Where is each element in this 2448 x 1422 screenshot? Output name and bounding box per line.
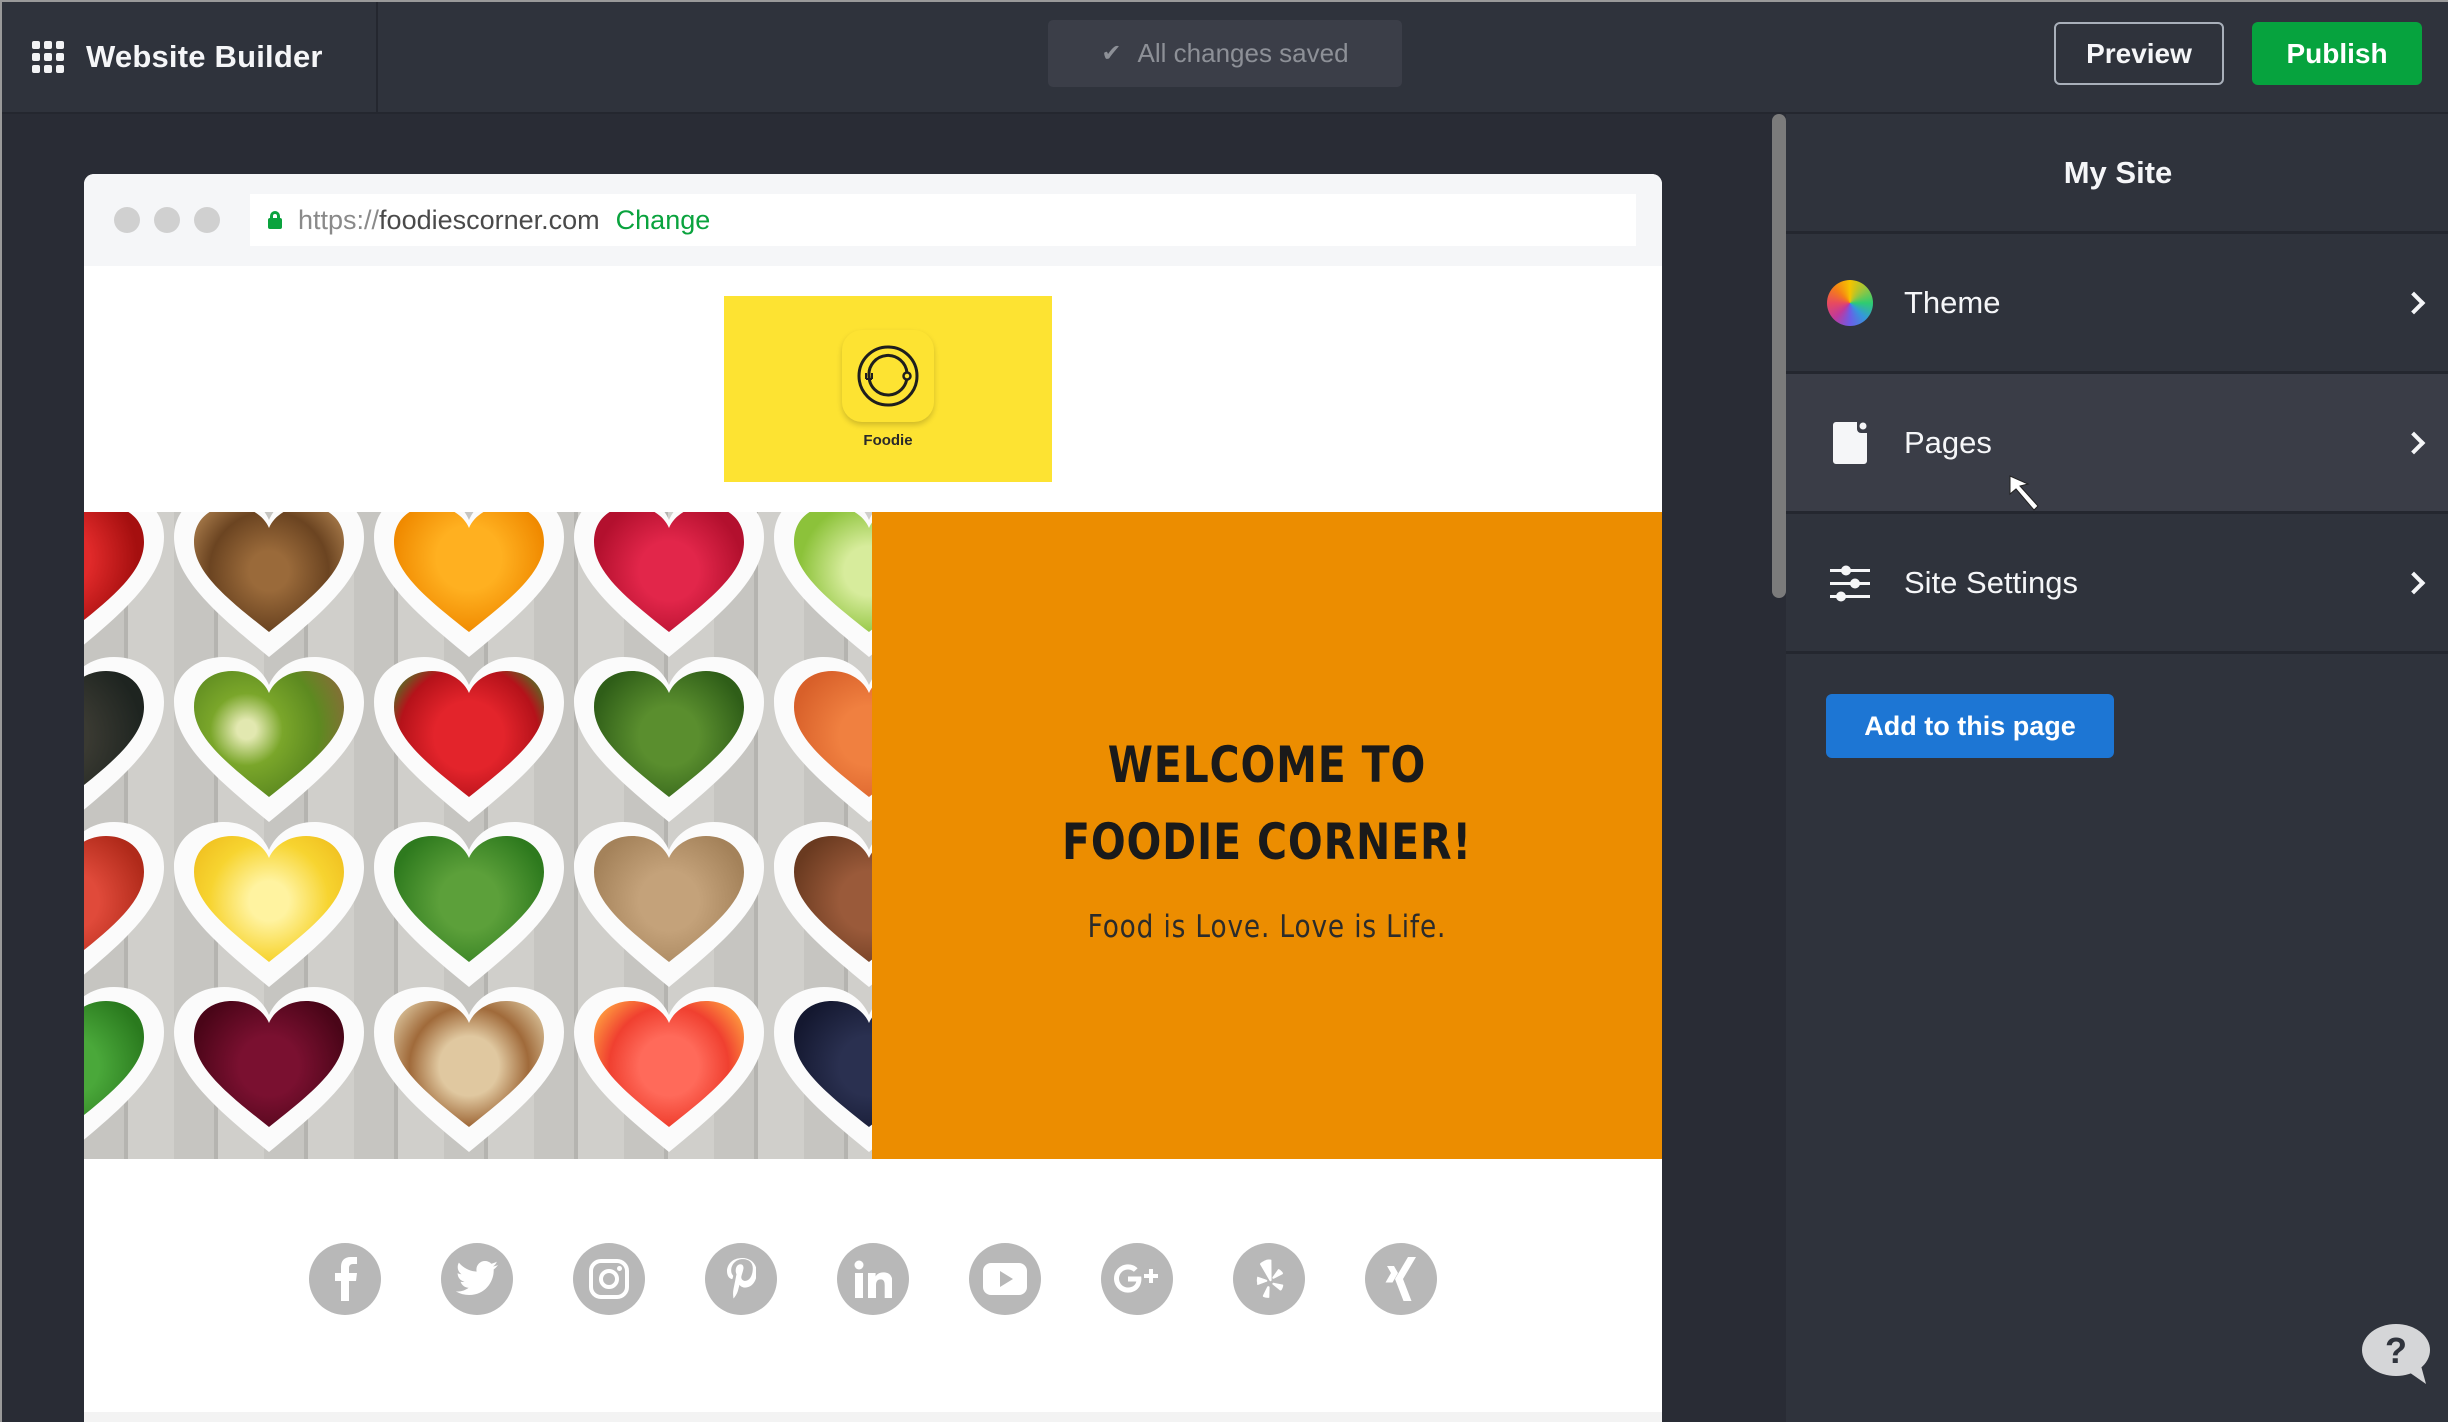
chevron-right-icon [2402,291,2426,314]
food-bowl [574,512,764,662]
app-title: Website Builder [86,39,323,74]
social-pinterest-button[interactable] [705,1242,777,1315]
hero-section[interactable]: WELCOME TO FOODIE CORNER! Food is Love. … [84,512,1662,1159]
foodie-logo-icon [842,329,934,422]
instagram-icon [589,1258,629,1299]
food-bowl [84,822,164,992]
panel-item-theme[interactable]: Theme [1786,234,2448,374]
hero-text-block[interactable]: WELCOME TO FOODIE CORNER! Food is Love. … [872,512,1662,1159]
side-panel: My Site Theme Pages Site Settings Add to… [1786,114,2448,1422]
help-chat-icon[interactable]: ? [2362,1322,2436,1391]
add-to-page-button[interactable]: Add to this page [1826,694,2114,758]
xing-icon [1383,1256,1419,1301]
food-bowl [174,822,364,992]
panel-item-site-settings[interactable]: Site Settings [1786,514,2448,654]
check-icon: ✔ [1101,40,1122,67]
food-bowl [574,987,764,1157]
browser-chrome: https://foodiescorner.com Change [84,174,1662,266]
linkedin-icon [854,1260,892,1298]
frame-bottom-strip [84,1412,1662,1422]
social-yelp-button[interactable] [1233,1242,1305,1315]
yelp-icon [1251,1258,1287,1300]
food-bowl [774,512,872,662]
url-protocol: https:// [298,204,380,235]
preview-button[interactable]: Preview [2054,22,2224,85]
food-bowl [774,987,872,1157]
panel-item-label: Site Settings [1904,564,2079,600]
site-preview-frame: https://foodiescorner.com Change Foodie … [84,174,1662,1422]
food-bowl [174,987,364,1157]
sliders-icon [1826,559,1874,607]
editor-canvas: https://foodiescorner.com Change Foodie … [2,114,1786,1422]
hero-subtitle: Food is Love. Love is Life. [1087,908,1447,945]
color-wheel-icon [1826,279,1874,327]
food-bowl [374,987,564,1157]
food-bowl [174,512,364,662]
social-xing-button[interactable] [1365,1242,1437,1315]
pinterest-icon [726,1257,756,1300]
url-host: foodiescorner.com [379,204,600,235]
food-bowl [374,822,564,992]
panel-title: My Site [1786,114,2448,234]
page-icon [1826,419,1874,467]
youtube-icon [983,1262,1027,1295]
food-bowl [774,657,872,827]
food-bowl [84,512,164,662]
url-bar: https://foodiescorner.com Change [250,194,1636,246]
window-dot [154,207,180,233]
save-status-text: All changes saved [1137,38,1349,68]
window-dot [114,207,140,233]
food-bowl [374,512,564,662]
hero-title-line-1: WELCOME TO [1107,735,1427,794]
chevron-right-icon [2402,571,2426,594]
social-linkedin-button[interactable] [837,1242,909,1315]
change-domain-link[interactable]: Change [616,205,711,236]
save-status: ✔ All changes saved [1048,20,1402,87]
window-dot [194,207,220,233]
brand: Website Builder [2,2,378,112]
panel-item-label: Theme [1904,284,2001,320]
hero-image[interactable] [84,512,872,1159]
panel-item-pages[interactable]: Pages [1786,374,2448,514]
canvas-scrollbar[interactable] [1772,114,1786,598]
chevron-right-icon [2402,431,2426,454]
hero-title-line-2: FOODIE CORNER! [1062,812,1472,871]
social-facebook-button[interactable] [309,1242,381,1315]
website-builder-app: Website Builder ✔ All changes saved Prev… [0,0,2448,1422]
google-plus-icon [1113,1263,1161,1295]
site-logo[interactable]: Foodie [724,296,1052,482]
lock-icon [268,211,282,229]
facebook-icon [330,1256,360,1301]
publish-button[interactable]: Publish [2252,22,2422,85]
food-bowl [574,822,764,992]
logo-section[interactable]: Foodie [84,266,1662,512]
social-instagram-button[interactable] [573,1242,645,1315]
food-bowl [84,987,164,1157]
hero-title: WELCOME TO FOODIE CORNER! [1062,727,1472,881]
food-bowl [374,657,564,827]
social-twitter-button[interactable] [441,1242,513,1315]
panel-item-label: Pages [1904,424,1992,460]
food-bowl [84,657,164,827]
twitter-icon [456,1260,498,1297]
food-bowl [574,657,764,827]
svg-text:?: ? [2385,1330,2407,1371]
social-links [84,1159,1662,1412]
top-bar: Website Builder ✔ All changes saved Prev… [2,2,2448,114]
grid-icon[interactable] [32,41,64,73]
logo-text: Foodie [863,431,913,449]
mouse-cursor-icon [2009,475,2039,511]
food-bowl [174,657,364,827]
social-youtube-button[interactable] [969,1242,1041,1315]
food-bowl [774,822,872,992]
social-google-plus-button[interactable] [1101,1242,1173,1315]
